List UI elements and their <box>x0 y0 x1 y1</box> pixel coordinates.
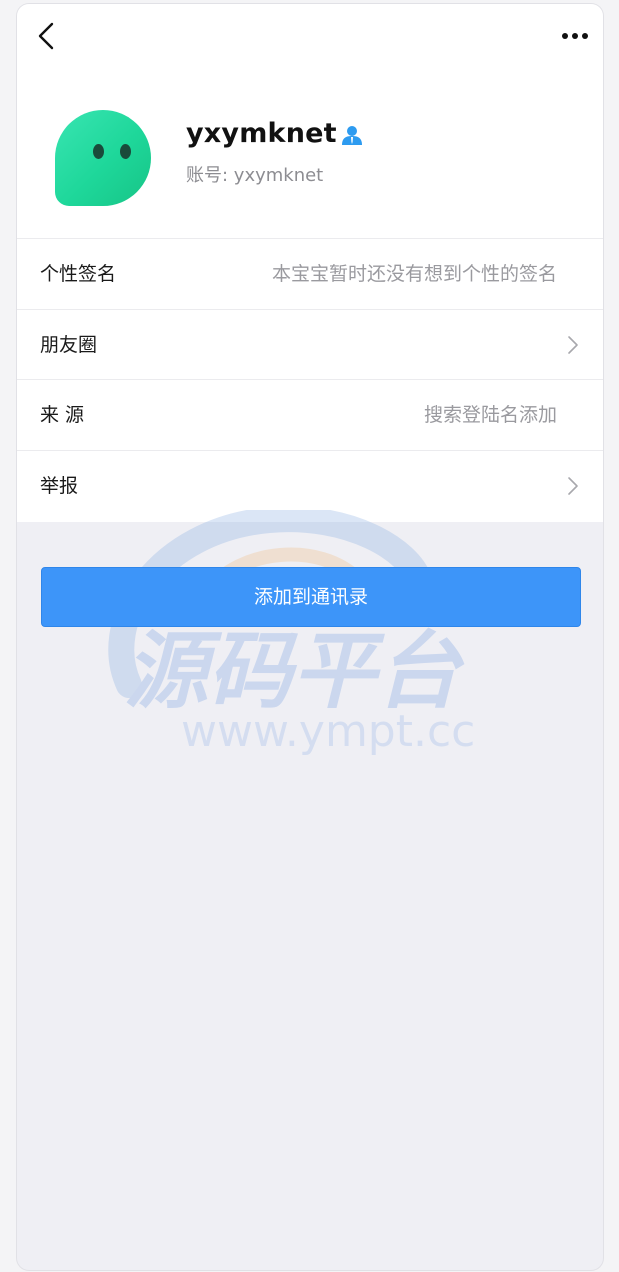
chevron-left-icon <box>38 22 54 50</box>
back-button[interactable] <box>33 18 63 54</box>
avatar-eye-left <box>93 144 104 159</box>
more-horizontal-icon <box>562 33 588 39</box>
row-label: 举报 <box>40 475 79 497</box>
profile-nickname: yxymknet <box>186 118 337 149</box>
row-label: 来 源 <box>40 404 85 426</box>
row-value: 本宝宝暂时还没有想到个性的签名 <box>271 263 557 285</box>
row-report[interactable]: 举报 <box>17 450 603 521</box>
watermark-logo: 源码平台 www.ympt.cc <box>108 510 475 757</box>
watermark-title: 源码平台 <box>124 622 465 720</box>
avatar-eye-right <box>120 144 131 159</box>
chevron-right-icon <box>568 477 578 495</box>
more-button[interactable] <box>559 24 593 48</box>
phone-screen: yxymknet 账号: yxymknet 个性签名 本宝宝暂时还没有想到个性的… <box>17 4 603 1270</box>
row-signature: 个性签名 本宝宝暂时还没有想到个性的签名 <box>17 238 603 309</box>
profile-account: 账号: yxymknet <box>186 165 324 186</box>
user-icon <box>342 126 362 145</box>
row-label: 朋友圈 <box>40 334 98 356</box>
row-source: 来 源 搜索登陆名添加 <box>17 379 603 450</box>
watermark-url: www.ympt.cc <box>181 706 475 757</box>
row-value: 搜索登陆名添加 <box>423 404 557 426</box>
add-to-contacts-button[interactable]: 添加到通讯录 <box>41 567 581 627</box>
avatar[interactable] <box>55 110 151 206</box>
chevron-right-icon <box>568 336 578 354</box>
row-label: 个性签名 <box>40 263 117 285</box>
row-moments[interactable]: 朋友圈 <box>17 309 603 380</box>
